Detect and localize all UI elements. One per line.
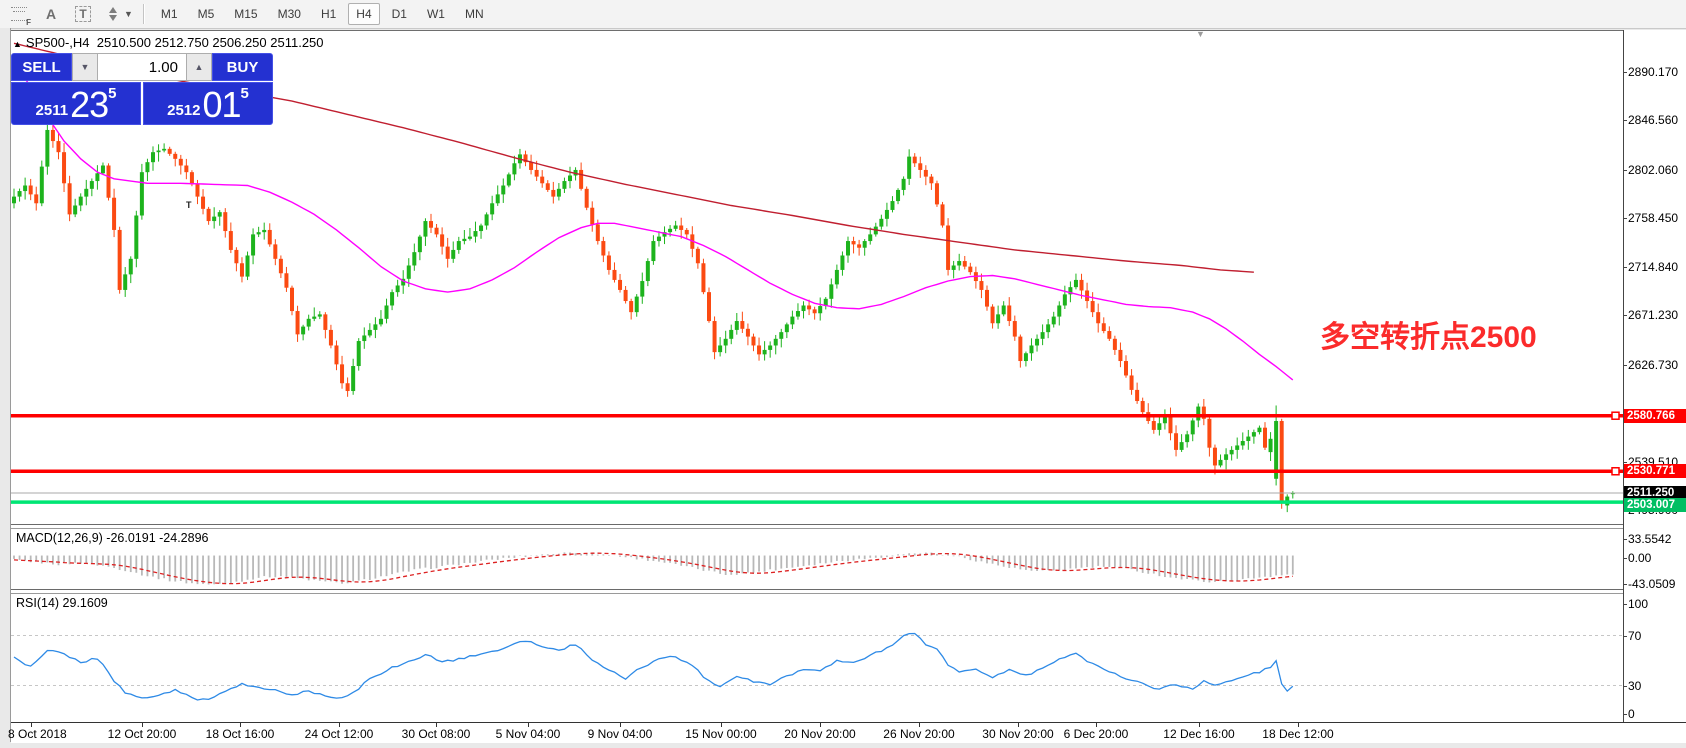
window-left-edge [0,28,11,742]
bid-base: 2511 [36,100,69,122]
rsi-label: RSI(14) 29.1609 [16,596,108,610]
price-tick-label: 0 [1628,707,1635,721]
symbol-timeframe: SP500-,H4 [26,35,90,50]
one-click-trading-panel: SELL ▼ 1.00 ▲ BUY 2511 23 5 2512 01 5 [11,53,273,125]
time-tick-label: 18 Dec 12:00 [1262,727,1333,741]
timeframe-button-w1[interactable]: W1 [419,3,453,25]
time-tick-label: 6 Dec 20:00 [1064,727,1129,741]
price-tick-label: 0.00 [1628,551,1651,565]
t-object-marker: T [186,200,192,210]
bid-price[interactable]: 2511 23 5 [11,82,141,125]
bid-sup: 5 [108,85,116,102]
volume-increase-button[interactable]: ▲ [186,53,212,81]
pane-separator-rsi[interactable] [11,589,1686,594]
letter-a-icon[interactable]: A [38,3,64,25]
support-price-label[interactable]: 2503.007 [1624,498,1686,512]
time-tick-label: 20 Nov 20:00 [784,727,855,741]
chart-grid-icon[interactable] [6,3,32,25]
price-tick-label: 33.5542 [1628,532,1671,546]
time-tick-label: 15 Nov 00:00 [685,727,756,741]
timeframe-button-m30[interactable]: M30 [270,3,309,25]
time-tick-label: 26 Nov 20:00 [883,727,954,741]
timeframe-button-m1[interactable]: M1 [153,3,186,25]
timeframe-buttons: M1M5M15M30H1H4D1W1MN [151,3,494,25]
toolbar: A T ▼ M1M5M15M30H1H4D1W1MN [0,0,1686,29]
time-tick-label: 9 Nov 04:00 [588,727,653,741]
ask-sup: 5 [241,85,249,102]
text-tool-icon[interactable]: T [70,3,96,25]
panel-collapse-icon[interactable]: ▼ [1196,29,1205,39]
price-tick-label: 2802.060 [1628,163,1678,177]
chart-area[interactable] [11,30,1686,743]
chart-shift-icon: ▲ [13,39,22,49]
ask-price[interactable]: 2512 01 5 [143,82,273,125]
price-tick-label: 2671.230 [1628,308,1678,322]
time-tick-label: 30 Oct 08:00 [402,727,471,741]
price-tick-label: 30 [1628,679,1641,693]
price-tick-label: -43.0509 [1628,577,1675,591]
price-tick-label: 2758.450 [1628,211,1678,225]
ask-big: 01 [202,88,240,122]
resistance2-price-label[interactable]: 2530.771 [1624,464,1686,478]
timeframe-button-m15[interactable]: M15 [226,3,265,25]
price-tick-label: 2626.730 [1628,358,1678,372]
time-tick-label: 30 Nov 20:00 [982,727,1053,741]
price-axis[interactable]: 2890.170 2846.560 2802.060 2758.450 2714.840… [1624,30,1686,722]
timeframe-button-h1[interactable]: H1 [313,3,344,25]
arrange-arrows-icon[interactable] [102,3,122,25]
volume-input[interactable]: 1.00 [98,53,186,81]
chart-annotation: 多空转折点2500 [1320,312,1537,356]
time-axis[interactable]: 8 Oct 2018 12 Oct 20:00 18 Oct 16:00 24 Oct… [11,723,1686,742]
ohlc-values: 2510.500 2512.750 2506.250 2511.250 [97,35,324,50]
timeframe-button-h4[interactable]: H4 [348,3,379,25]
resistance1-price-label[interactable]: 2580.766 [1624,409,1686,423]
price-tick-label: 2890.170 [1628,65,1678,79]
pane-separator-macd[interactable] [11,524,1686,529]
time-tick-label: 5 Nov 04:00 [496,727,561,741]
time-tick-label: 8 Oct 2018 [8,727,67,741]
bid-big: 23 [70,88,108,122]
volume-decrease-button[interactable]: ▼ [72,53,98,81]
toolbar-separator [143,4,145,24]
price-tick-label: 100 [1628,597,1648,611]
buy-button[interactable]: BUY [212,53,273,81]
sell-button[interactable]: SELL [11,53,72,81]
price-tick-label: 2846.560 [1628,113,1678,127]
trading-terminal: A T ▼ M1M5M15M30H1H4D1W1MN 2890.170 2846.… [0,0,1686,748]
time-tick-label: 12 Oct 20:00 [108,727,177,741]
macd-label: MACD(12,26,9) -26.0191 -24.2896 [16,531,208,545]
timeframe-button-d1[interactable]: D1 [384,3,415,25]
time-tick-label: 24 Oct 12:00 [305,727,374,741]
time-tick-label: 12 Dec 16:00 [1163,727,1234,741]
chart-title: ▲ SP500-,H4 2510.500 2512.750 2506.250 25… [13,35,324,50]
timeframe-button-m5[interactable]: M5 [190,3,223,25]
time-tick-label: 18 Oct 16:00 [206,727,275,741]
price-tick-label: 70 [1628,629,1641,643]
ask-base: 2512 [167,100,200,122]
dropdown-caret-icon[interactable]: ▼ [124,9,133,19]
price-tick-label: 2714.840 [1628,260,1678,274]
timeframe-button-mn[interactable]: MN [457,3,492,25]
